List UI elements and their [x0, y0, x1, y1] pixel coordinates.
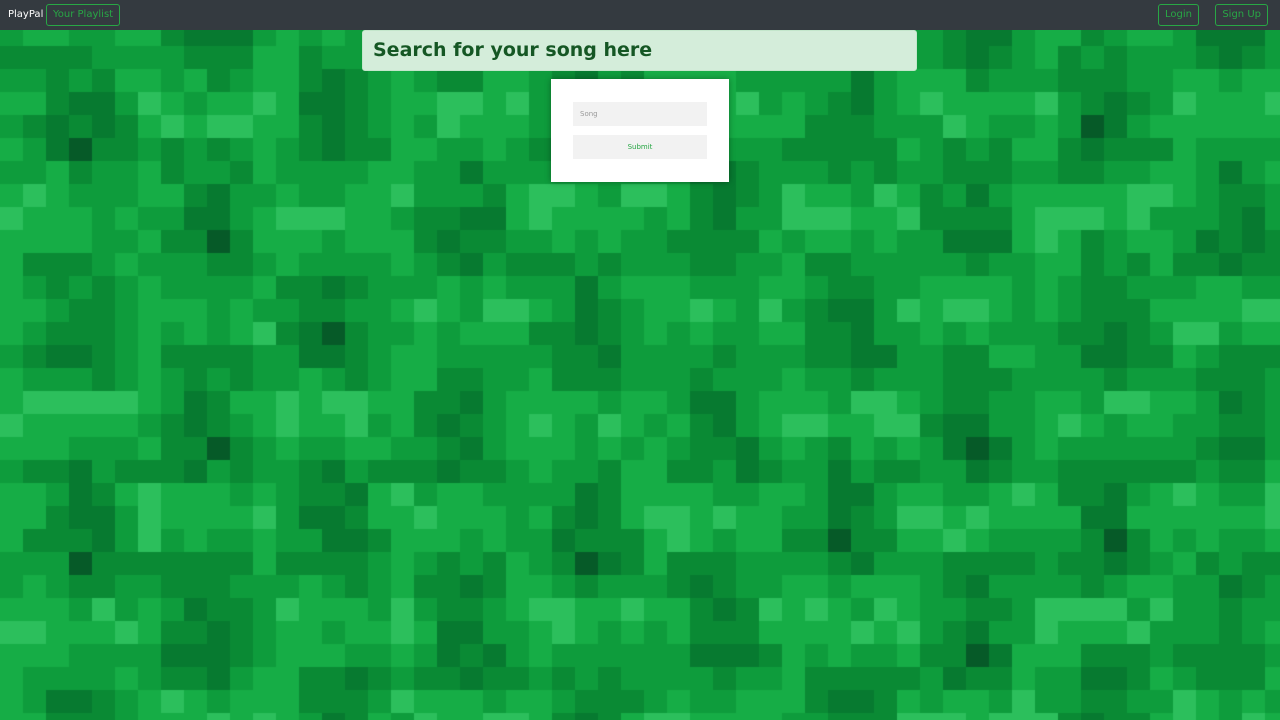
top-navbar: PlayPal Your Playlist Login Sign Up	[0, 0, 1280, 30]
search-form-card: Submit	[551, 79, 729, 182]
search-banner: Search for your song here	[362, 30, 917, 71]
sign-up-button[interactable]: Sign Up	[1215, 4, 1268, 26]
song-input[interactable]	[573, 102, 707, 126]
brand-logo[interactable]: PlayPal	[8, 8, 43, 22]
login-button[interactable]: Login	[1158, 4, 1199, 26]
your-playlist-button[interactable]: Your Playlist	[46, 4, 121, 26]
submit-button[interactable]: Submit	[573, 135, 707, 159]
search-banner-title: Search for your song here	[373, 39, 653, 61]
